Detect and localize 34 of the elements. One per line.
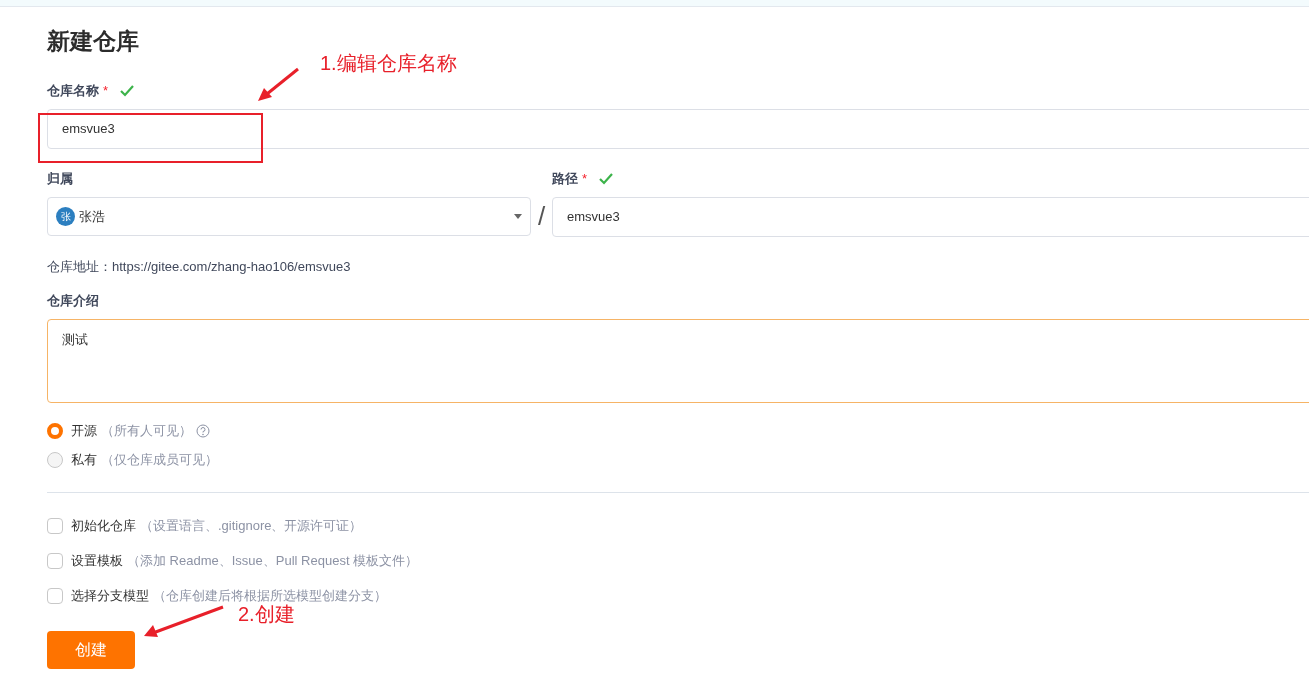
annotation-text: 1.编辑仓库名称 [320, 51, 457, 75]
checkbox-hint: （仓库创建后将根据所选模型创建分支） [153, 587, 387, 604]
radio-hint: （所有人可见） [101, 422, 192, 441]
radio-hint: （仅仓库成员可见） [101, 451, 218, 470]
field-label: 仓库介绍 [47, 291, 99, 310]
checkbox-label: 初始化仓库 [71, 517, 136, 536]
radio-label: 私有 [71, 451, 97, 470]
field-label: 路径 [552, 170, 578, 189]
checkbox-hint: （设置语言、.gitignore、开源许可证） [140, 517, 363, 536]
user-avatar: 张 [56, 207, 75, 226]
radio-button[interactable] [47, 423, 63, 439]
checkbox-hint: （添加 Readme、Issue、Pull Request 模板文件） [127, 552, 419, 571]
name-input-field[interactable]: emsvue3 [47, 109, 1309, 149]
help-icon[interactable] [196, 424, 210, 438]
repository-address: 仓库地址：https://gitee.com/zhang-hao106/emsvue3 [47, 258, 352, 276]
field-label: 归属 [47, 170, 73, 189]
path-input-field[interactable]: emsvue3 [552, 197, 1309, 237]
owner-select[interactable]: 张 张浩 [47, 197, 531, 236]
checkbox[interactable] [47, 518, 63, 534]
radio-button[interactable] [47, 452, 63, 468]
page-title: 新建仓库 [47, 27, 140, 56]
annotation-text: 2.创建 [238, 602, 295, 626]
description-textarea[interactable]: 测试 [47, 318, 1309, 403]
checkbox[interactable] [47, 588, 63, 604]
annotation-arrow [256, 66, 302, 104]
field-label: 仓库名称 [47, 82, 99, 101]
required-mark: * [103, 82, 109, 101]
required-mark: * [582, 170, 588, 189]
checkbox-label: 设置模板 [71, 552, 123, 571]
dropdown-caret-icon [514, 214, 522, 219]
checkbox[interactable] [47, 553, 63, 569]
checkbox-label: 选择分支模型 [71, 587, 149, 606]
radio-label: 开源 [71, 422, 97, 441]
path-separator: / [536, 200, 547, 233]
